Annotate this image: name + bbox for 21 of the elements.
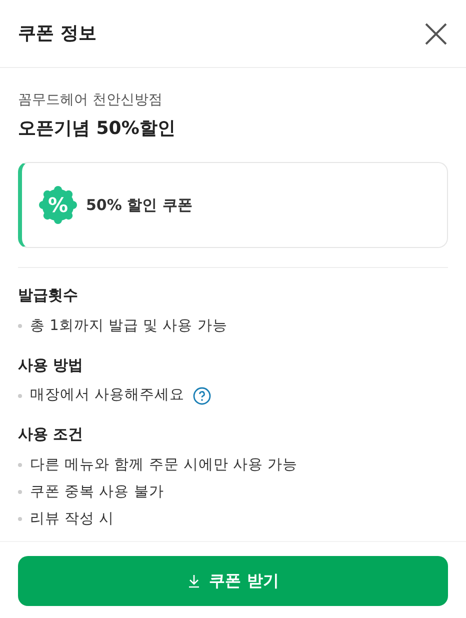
dialog-title: 쿠폰 정보 — [18, 22, 96, 46]
condition-text: 다른 메뉴와 함께 주문 시에만 사용 가능 — [30, 456, 298, 474]
bullet-icon — [18, 463, 22, 467]
download-icon — [187, 574, 202, 588]
close-icon[interactable] — [424, 22, 448, 46]
section-heading: 사용 방법 — [18, 354, 84, 376]
coupon-title: 오픈기념 50%할인 — [18, 117, 176, 141]
bullet-icon — [18, 490, 22, 494]
section-heading: 발급횟수 — [18, 285, 79, 306]
condition-text: 총 1회까지 발급 및 사용 가능 — [30, 316, 228, 336]
bullet-icon — [18, 517, 22, 521]
store-name: 꼼무드헤어 천안신방점 — [18, 91, 164, 110]
get-coupon-button[interactable]: 쿠폰 받기 — [18, 556, 448, 606]
bullet-icon — [18, 394, 22, 398]
condition-text: 쿠폰 중복 사용 불가 — [30, 482, 164, 502]
condition-text: 리뷰 작성 시 — [30, 510, 114, 528]
help-icon[interactable] — [192, 386, 211, 404]
condition-text: 매장에서 사용해주세요 — [30, 386, 185, 405]
coupon-label: 50% 할인 쿠폰 — [86, 194, 192, 216]
bullet-icon — [18, 324, 22, 328]
section-heading: 사용 조건 — [18, 424, 84, 445]
